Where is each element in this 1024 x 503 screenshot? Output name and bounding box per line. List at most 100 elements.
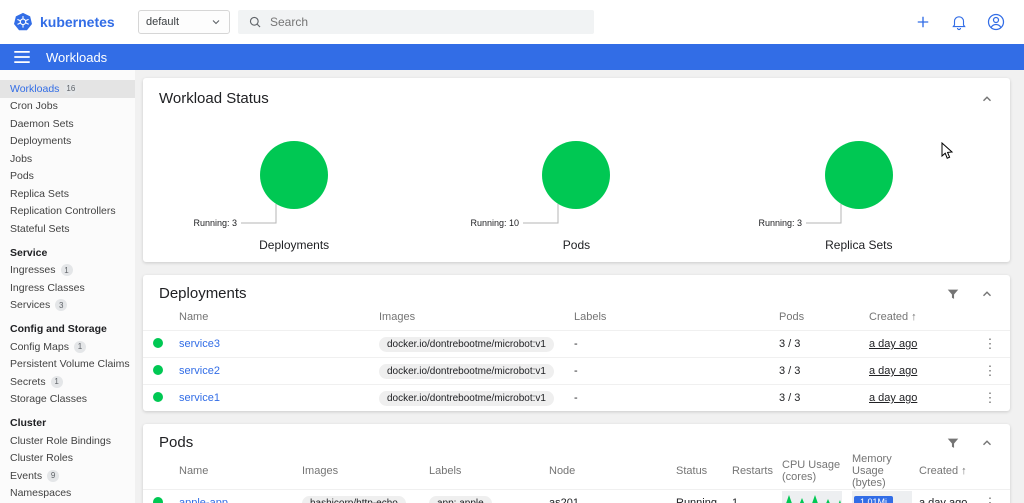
collapse-card-button[interactable] (980, 287, 994, 301)
sidebar-item-ingresses[interactable]: Ingresses 1 (0, 262, 135, 280)
row-menu-icon[interactable]: ⋮ (980, 390, 1000, 406)
sidebar-section-service: Service (10, 246, 48, 259)
column-header-cpu-usage-cores[interactable]: CPU Usage (cores) (782, 459, 852, 483)
chevron-up-icon (983, 290, 991, 296)
chevron-up-icon (983, 439, 991, 445)
sidebar-item-deployments[interactable]: Deployments (0, 133, 135, 151)
count-badge: 16 (64, 82, 78, 95)
sidebar-item-ingress-classes[interactable]: Ingress Classes (0, 279, 135, 297)
chevron-up-icon (983, 95, 991, 101)
labels-cell: - (574, 338, 578, 350)
workload-status-charts: Running: 3 Deployments Running: 10 Pods Runn… (143, 111, 1010, 262)
image-chip: hashicorp/http-echo (302, 495, 406, 503)
sidebar-item-label: Ingress Classes (10, 281, 85, 294)
sidebar-item-storage-classes[interactable]: Storage Classes (0, 391, 135, 409)
restarts-cell: 1 (732, 497, 739, 503)
row-menu-icon[interactable]: ⋮ (980, 363, 1000, 379)
sidebar-item-namespaces[interactable]: Namespaces (0, 485, 135, 503)
pod-status-cell: Running (676, 497, 717, 503)
row-menu-icon[interactable]: ⋮ (980, 495, 1000, 503)
workload-chart-replica-sets: Running: 3 Replica Sets (734, 111, 984, 252)
filter-button[interactable] (946, 436, 960, 450)
column-header-pods[interactable]: Pods (779, 311, 869, 323)
collapse-card-button[interactable] (980, 436, 994, 450)
cpu-sparkline-chart (786, 495, 841, 503)
sidebar-item-label: Pods (10, 170, 34, 183)
search-icon (249, 16, 261, 28)
created-cell[interactable]: a day ago (869, 338, 980, 350)
column-header-created[interactable]: Created ↑ (869, 311, 980, 323)
sidebar-item-label: Events (10, 469, 43, 482)
create-resource-button[interactable] (914, 13, 932, 31)
search-input[interactable] (270, 15, 584, 29)
column-header-restarts[interactable]: Restarts (732, 465, 782, 477)
search-bar[interactable] (238, 10, 594, 34)
row-menu-icon[interactable]: ⋮ (980, 336, 1000, 352)
count-badge: 1 (73, 340, 86, 353)
card-title: Pods (159, 434, 194, 451)
brand[interactable]: kubernetes (12, 11, 132, 33)
column-header-labels[interactable]: Labels (574, 311, 779, 323)
status-ok-dot (153, 496, 163, 503)
collapse-card-button[interactable] (980, 92, 994, 106)
sidebar-section-cluster: Cluster (10, 417, 47, 429)
column-header-name[interactable]: Name (179, 311, 379, 323)
sidebar-item-replication-controllers[interactable]: Replication Controllers (0, 203, 135, 221)
sidebar-item-config-maps[interactable]: Config Maps 1 (0, 338, 135, 356)
created-cell[interactable]: a day ago (869, 365, 980, 377)
sidebar-item-jobs[interactable]: Jobs (0, 150, 135, 168)
column-header-images[interactable]: Images (379, 311, 574, 323)
account-button[interactable] (986, 12, 1006, 32)
sidebar-item-pods[interactable]: Pods (0, 168, 135, 186)
sidebar-item-stateful-sets[interactable]: Stateful Sets (0, 220, 135, 238)
sidebar-item-cluster-role-bindings[interactable]: Cluster Role Bindings (0, 432, 135, 450)
pods-cell: 3 / 3 (779, 338, 801, 350)
count-badge: 1 (50, 375, 63, 388)
deployment-row[interactable]: service2 docker.io/dontrebootme/microbot:… (143, 357, 1010, 384)
sidebar-item-label: Stateful Sets (10, 222, 70, 235)
sidebar-item-label: Ingresses (10, 264, 56, 277)
page-title: Workloads (46, 49, 108, 65)
deployment-row[interactable]: service1 docker.io/dontrebootme/microbot:… (143, 384, 1010, 411)
count-badge: 3 (55, 299, 68, 312)
sidebar-item-replica-sets[interactable]: Replica Sets (0, 185, 135, 203)
column-header-name[interactable]: Name (179, 465, 302, 477)
column-header-created[interactable]: Created ↑ (919, 465, 980, 477)
sidebar-item-secrets[interactable]: Secrets 1 (0, 373, 135, 391)
app-header: Workloads (0, 44, 1024, 70)
node-cell: as201 (549, 497, 579, 503)
namespace-selector[interactable]: default (138, 10, 230, 34)
pod-row[interactable]: apple-app hashicorp/http-echo app: apple as… (143, 489, 1010, 503)
card-title: Workload Status (159, 90, 269, 107)
sidebar-item-workloads[interactable]: Workloads 16 (0, 80, 135, 98)
deployment-name-link[interactable]: service1 (179, 392, 379, 404)
column-header-labels[interactable]: Labels (429, 465, 549, 477)
column-header-images[interactable]: Images (302, 465, 429, 477)
created-cell[interactable]: a day ago (869, 392, 980, 404)
column-header-memory-usage-bytes[interactable]: Memory Usage (bytes) (852, 453, 919, 489)
sidebar-item-cluster-roles[interactable]: Cluster Roles (0, 450, 135, 468)
sidebar-item-events[interactable]: Events 9 (0, 467, 135, 485)
menu-button[interactable] (14, 51, 30, 63)
sidebar-item-services[interactable]: Services 3 (0, 297, 135, 315)
image-chip: docker.io/dontrebootme/microbot:v1 (379, 363, 554, 379)
status-ok-dot (153, 391, 163, 402)
notifications-button[interactable] (950, 13, 968, 31)
deployment-name-link[interactable]: service3 (179, 338, 379, 350)
sidebar-item-persistent-volume-claims[interactable]: Persistent Volume Claims1 (0, 356, 135, 374)
pods-cell: 3 / 3 (779, 392, 801, 404)
column-header-status[interactable]: Status (676, 465, 732, 477)
sidebar-item-daemon-sets[interactable]: Daemon Sets (0, 115, 135, 133)
created-cell[interactable]: a day ago (919, 497, 980, 503)
deployment-row[interactable]: service3 docker.io/dontrebootme/microbot:… (143, 330, 1010, 357)
deployment-name-link[interactable]: service2 (179, 365, 379, 377)
sidebar-item-cron-jobs[interactable]: Cron Jobs (0, 98, 135, 116)
column-header-node[interactable]: Node (549, 465, 676, 477)
workload-chart-pods: Running: 10 Pods (451, 111, 701, 252)
sidebar-item-label: Workloads (10, 82, 60, 95)
cpu-usage-sparkline (782, 491, 842, 503)
pod-name-link[interactable]: apple-app (179, 497, 302, 503)
filter-button[interactable] (946, 287, 960, 301)
kubernetes-logo-icon (14, 12, 32, 31)
chevron-down-icon (212, 20, 220, 25)
